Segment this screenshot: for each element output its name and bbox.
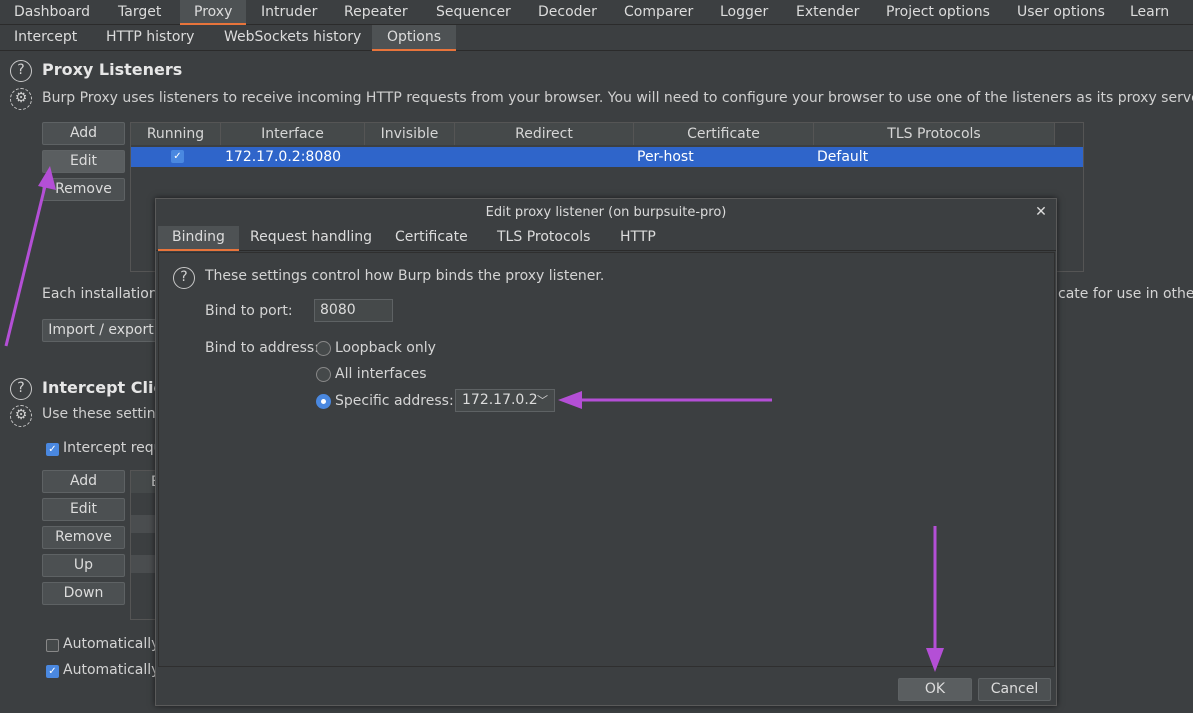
arrow-to-ok-icon bbox=[926, 526, 944, 672]
arrow-to-address-icon bbox=[558, 391, 772, 409]
arrow-to-edit-icon bbox=[4, 166, 56, 347]
annotation-arrows bbox=[4, 166, 944, 672]
